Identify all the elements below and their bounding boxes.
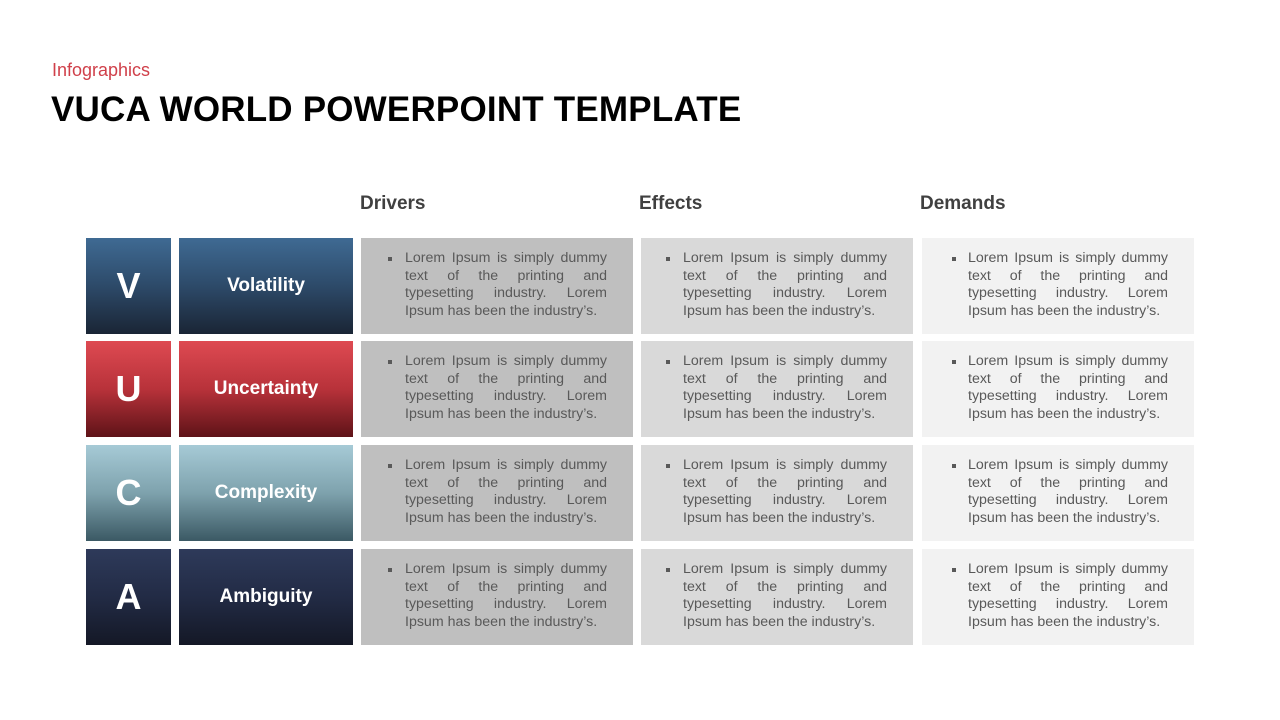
column-header-demands: Demands (920, 193, 1006, 214)
effects-cell: Lorem Ipsum is simply dummy text of the … (641, 445, 913, 541)
category-label: Volatility (179, 238, 353, 334)
effects-text: Lorem Ipsum is simply dummy text of the … (683, 353, 887, 422)
category-label: Complexity (179, 445, 353, 541)
demands-text: Lorem Ipsum is simply dummy text of the … (968, 561, 1168, 630)
effects-cell: Lorem Ipsum is simply dummy text of the … (641, 238, 913, 334)
bullet-icon (952, 568, 956, 572)
letter-tile: U (86, 341, 171, 437)
drivers-text: Lorem Ipsum is simply dummy text of the … (405, 250, 607, 319)
column-header-effects: Effects (639, 193, 703, 214)
letter-tile: A (86, 549, 171, 645)
demands-cell: Lorem Ipsum is simply dummy text of the … (922, 549, 1194, 645)
effects-text: Lorem Ipsum is simply dummy text of the … (683, 561, 887, 630)
slide-subtitle: Infographics (52, 60, 151, 80)
slide-title: VUCA WORLD POWERPOINT TEMPLATE (51, 90, 742, 129)
bullet-icon (952, 360, 956, 364)
demands-cell: Lorem Ipsum is simply dummy text of the … (922, 341, 1194, 437)
drivers-text: Lorem Ipsum is simply dummy text of the … (405, 353, 607, 422)
bullet-icon (666, 464, 670, 468)
bullet-icon (952, 257, 956, 261)
vuca-row-ambiguity: A Ambiguity Lorem Ipsum is simply dummy … (86, 549, 1194, 645)
drivers-cell: Lorem Ipsum is simply dummy text of the … (361, 341, 633, 437)
vuca-row-complexity: C Complexity Lorem Ipsum is simply dummy… (86, 445, 1194, 541)
bullet-icon (952, 464, 956, 468)
drivers-cell: Lorem Ipsum is simply dummy text of the … (361, 549, 633, 645)
bullet-icon (666, 360, 670, 364)
letter-tile: V (86, 238, 171, 334)
drivers-cell: Lorem Ipsum is simply dummy text of the … (361, 238, 633, 334)
drivers-text: Lorem Ipsum is simply dummy text of the … (405, 457, 607, 526)
effects-cell: Lorem Ipsum is simply dummy text of the … (641, 549, 913, 645)
demands-cell: Lorem Ipsum is simply dummy text of the … (922, 445, 1194, 541)
bullet-icon (388, 360, 392, 364)
demands-text: Lorem Ipsum is simply dummy text of the … (968, 353, 1168, 422)
category-label: Ambiguity (179, 549, 353, 645)
effects-text: Lorem Ipsum is simply dummy text of the … (683, 250, 887, 319)
bullet-icon (388, 257, 392, 261)
bullet-icon (388, 464, 392, 468)
column-header-drivers: Drivers (360, 193, 426, 214)
vuca-row-volatility: V Volatility Lorem Ipsum is simply dummy… (86, 238, 1194, 334)
demands-text: Lorem Ipsum is simply dummy text of the … (968, 457, 1168, 526)
bullet-icon (666, 568, 670, 572)
drivers-cell: Lorem Ipsum is simply dummy text of the … (361, 445, 633, 541)
vuca-row-uncertainty: U Uncertainty Lorem Ipsum is simply dumm… (86, 341, 1194, 437)
category-label: Uncertainty (179, 341, 353, 437)
drivers-text: Lorem Ipsum is simply dummy text of the … (405, 561, 607, 630)
effects-text: Lorem Ipsum is simply dummy text of the … (683, 457, 887, 526)
effects-cell: Lorem Ipsum is simply dummy text of the … (641, 341, 913, 437)
demands-text: Lorem Ipsum is simply dummy text of the … (968, 250, 1168, 319)
bullet-icon (388, 568, 392, 572)
letter-tile: C (86, 445, 171, 541)
demands-cell: Lorem Ipsum is simply dummy text of the … (922, 238, 1194, 334)
bullet-icon (666, 257, 670, 261)
